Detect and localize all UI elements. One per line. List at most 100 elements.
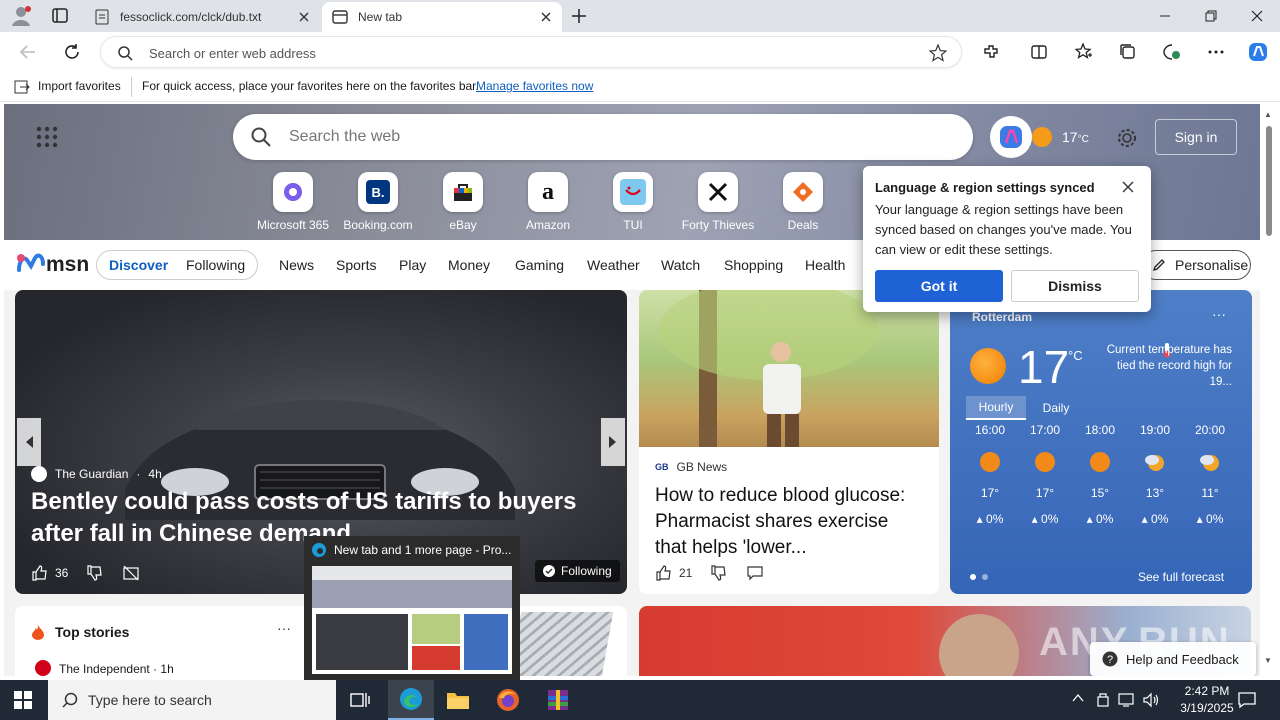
manage-favorites-link[interactable]: Manage favorites now — [476, 79, 593, 93]
copilot-button[interactable] — [990, 116, 1032, 158]
settings-more-icon[interactable] — [1200, 36, 1232, 68]
search-icon — [62, 692, 78, 708]
comment-icon[interactable] — [746, 564, 764, 582]
tab-following[interactable]: Following — [186, 257, 245, 273]
scroll-down-icon[interactable]: ▼ — [1264, 656, 1272, 665]
quick-link-ebay[interactable]: eBay — [418, 172, 508, 232]
file-explorer-icon[interactable] — [446, 689, 470, 711]
nav-gaming[interactable]: Gaming — [515, 257, 564, 273]
carousel-next-button[interactable] — [601, 418, 625, 466]
quick-link-amazon[interactable]: a Amazon — [503, 172, 593, 232]
story-source[interactable]: The Independent · 1h — [59, 662, 174, 676]
quick-link-deals[interactable]: Deals — [758, 172, 848, 232]
close-icon[interactable] — [296, 9, 312, 25]
personalise-button[interactable]: Personalise — [1141, 250, 1251, 280]
profile-icon[interactable] — [10, 5, 32, 27]
firefox-icon[interactable] — [496, 688, 520, 712]
notifications-icon[interactable] — [1238, 691, 1256, 709]
tab-hourly[interactable]: Hourly — [966, 396, 1026, 420]
split-screen-icon[interactable] — [1023, 36, 1055, 68]
minimize-button[interactable] — [1142, 0, 1188, 32]
hour-precip: 0% — [1206, 512, 1224, 526]
like-icon[interactable] — [655, 564, 673, 582]
nav-weather[interactable]: Weather — [587, 257, 640, 273]
weather-mini-temp[interactable]: 17°C — [1062, 129, 1089, 145]
nav-news[interactable]: News — [279, 257, 314, 273]
security-icon[interactable] — [1096, 691, 1110, 709]
nav-shopping[interactable]: Shopping — [724, 257, 783, 273]
quick-link-tui[interactable]: TUI — [588, 172, 678, 232]
gb-headline[interactable]: How to reduce blood glucose: Pharmacist … — [655, 483, 925, 561]
taskbar-search[interactable]: Type here to search — [48, 680, 336, 720]
collections-icon[interactable] — [1112, 36, 1144, 68]
close-window-button[interactable] — [1234, 0, 1280, 32]
tab-new-tab[interactable]: New tab — [322, 2, 562, 32]
dislike-icon[interactable] — [710, 564, 728, 582]
dislike-icon[interactable] — [86, 564, 104, 582]
help-feedback-button[interactable]: ? Help and Feedback — [1090, 642, 1256, 676]
tab-daily[interactable]: Daily — [1028, 396, 1084, 420]
gb-news-card[interactable]: GB GB News How to reduce blood glucose: … — [639, 290, 939, 594]
import-favorites[interactable]: Import favorites — [38, 79, 121, 93]
quick-link-booking[interactable]: B. Booking.com — [333, 172, 423, 232]
new-tab-button[interactable] — [570, 7, 588, 25]
hour-time: 19:00 — [1139, 423, 1171, 437]
personalise-label: Personalise — [1175, 257, 1249, 273]
address-bar[interactable]: Search or enter web address — [100, 36, 962, 68]
clock-date[interactable]: 3/19/2025 — [1166, 701, 1248, 715]
carousel-prev-button[interactable] — [17, 418, 41, 466]
more-options-icon[interactable]: ··· — [277, 620, 291, 636]
web-search-box[interactable]: Search the web — [233, 114, 973, 160]
apps-launcher-icon[interactable] — [36, 126, 58, 148]
favorites-icon[interactable] — [1068, 36, 1100, 68]
got-it-button[interactable]: Got it — [875, 270, 1003, 302]
scroll-thumb[interactable] — [1266, 126, 1272, 236]
sign-in-button[interactable]: Sign in — [1155, 119, 1237, 155]
copilot-icon[interactable] — [1242, 36, 1274, 68]
show-hidden-icons[interactable] — [1072, 693, 1084, 703]
weather-note[interactable]: Current temperature has tied the record … — [1100, 342, 1232, 390]
network-icon[interactable] — [1118, 692, 1136, 708]
see-full-forecast-link[interactable]: See full forecast — [1138, 570, 1224, 584]
scroll-up-icon[interactable]: ▲ — [1264, 110, 1272, 119]
reactions: 36 — [31, 564, 140, 582]
weather-city[interactable]: Rotterdam — [972, 310, 1032, 324]
refresh-button[interactable] — [56, 36, 88, 68]
more-options-icon[interactable]: ··· — [1212, 306, 1226, 322]
quick-link-microsoft365[interactable]: Microsoft 365 — [248, 172, 338, 232]
page-scrollbar[interactable]: ▲ ▼ — [1260, 104, 1280, 676]
hide-story-icon[interactable] — [122, 564, 140, 582]
close-icon[interactable] — [538, 9, 554, 25]
help-label: Help and Feedback — [1126, 651, 1239, 667]
tab-actions-icon[interactable] — [50, 7, 70, 25]
taskbar-edge-button[interactable] — [388, 680, 434, 720]
nav-money[interactable]: Money — [448, 257, 490, 273]
page-dot[interactable] — [982, 574, 988, 580]
weather-card[interactable]: Rotterdam ··· 17 °C Current temperature … — [950, 290, 1252, 594]
task-view-icon[interactable] — [350, 691, 370, 709]
nav-health[interactable]: Health — [805, 257, 845, 273]
favorite-star-icon[interactable] — [929, 44, 947, 62]
taskbar-thumbnail-preview[interactable]: New tab and 1 more page - Pro... — [304, 536, 520, 680]
winrar-icon[interactable] — [546, 688, 570, 712]
page-dot-active[interactable] — [970, 574, 976, 580]
extensions-icon[interactable] — [975, 36, 1007, 68]
settings-gear-icon[interactable] — [1116, 127, 1138, 149]
dismiss-button[interactable]: Dismiss — [1011, 270, 1139, 302]
nav-play[interactable]: Play — [399, 257, 426, 273]
clock-time[interactable]: 2:42 PM — [1174, 684, 1240, 698]
following-badge[interactable]: Following — [535, 560, 620, 582]
quick-link-forty-thieves[interactable]: Forty Thieves — [673, 172, 763, 232]
msn-logo[interactable] — [16, 250, 46, 278]
like-icon[interactable] — [31, 564, 49, 582]
back-button[interactable] — [12, 36, 44, 68]
tab-fessoclick[interactable]: fessoclick.com/clck/dub.txt — [84, 2, 320, 32]
volume-icon[interactable] — [1142, 692, 1160, 708]
windows-start-icon[interactable] — [14, 691, 32, 709]
close-icon[interactable] — [1121, 180, 1135, 194]
nav-sports[interactable]: Sports — [336, 257, 376, 273]
restore-button[interactable] — [1188, 0, 1234, 32]
tab-discover[interactable]: Discover — [109, 257, 168, 273]
browser-essentials-icon[interactable] — [1156, 36, 1188, 68]
nav-watch[interactable]: Watch — [661, 257, 700, 273]
